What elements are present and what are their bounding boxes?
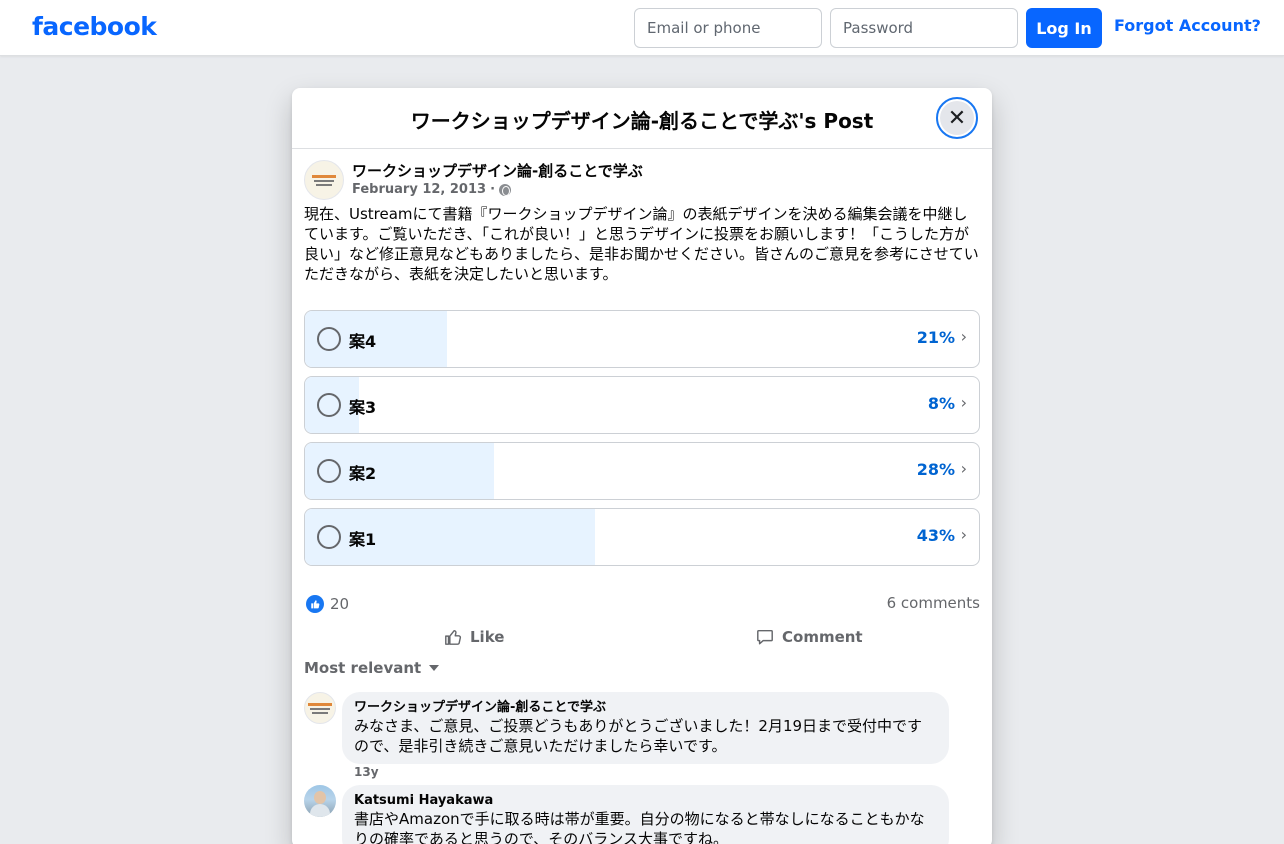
radio-icon[interactable]: [317, 525, 341, 549]
like-count: 20: [330, 595, 350, 613]
comment-text: みなさま、ご意見、ご投票どうもありがとうございました！2月19日まで受付中ですの…: [354, 717, 923, 755]
like-label: Like: [470, 628, 505, 646]
radio-icon[interactable]: [317, 393, 341, 417]
page-avatar[interactable]: [304, 160, 344, 200]
poll-option[interactable]: 案1 43% ›: [304, 508, 980, 566]
thumbs-up-icon: [445, 629, 462, 645]
comment-text: 書店やAmazonで手に取る時は帯が重要。自分の物になると帯なしになることもかな…: [354, 810, 925, 844]
modal-title: ワークショップデザイン論-創ることで学ぶ's Post: [410, 109, 874, 133]
poll-option-percent: 21%: [916, 328, 955, 347]
password-input[interactable]: [830, 8, 1018, 48]
comment-item: Katsumi Hayakawa 書店やAmazonで手に取る時は帯が重要。自分…: [304, 785, 964, 844]
commenter-name[interactable]: Katsumi Hayakawa: [354, 793, 937, 809]
post-meta: February 12, 2013 ·: [352, 182, 512, 197]
comment-count[interactable]: 6 comments: [887, 594, 980, 612]
poll-option-percent: 28%: [916, 460, 955, 479]
comment-button[interactable]: Comment: [756, 622, 863, 652]
close-icon: ✕: [947, 105, 967, 131]
comment-time[interactable]: 13y: [354, 765, 379, 779]
like-reaction-icon: [306, 595, 324, 613]
poll-option-label: 案1: [349, 530, 377, 549]
chevron-right-icon: ›: [960, 459, 967, 478]
facebook-logo[interactable]: facebook: [32, 12, 157, 41]
chevron-right-icon: ›: [960, 525, 967, 544]
poll-option[interactable]: 案3 8% ›: [304, 376, 980, 434]
sort-dropdown[interactable]: Most relevant: [304, 659, 440, 677]
sort-label: Most relevant: [304, 659, 422, 677]
post-author[interactable]: ワークショップデザイン論-創ることで学ぶ: [352, 160, 643, 181]
meta-separator: ·: [490, 182, 496, 197]
commenter-name[interactable]: ワークショップデザイン論-創ることで学ぶ: [354, 700, 937, 716]
poll-option[interactable]: 案2 28% ›: [304, 442, 980, 500]
like-button[interactable]: Like: [444, 622, 504, 652]
radio-icon[interactable]: [317, 327, 341, 351]
globe-icon: [499, 183, 512, 196]
comment-bubble: Katsumi Hayakawa 書店やAmazonで手に取る時は帯が重要。自分…: [342, 785, 949, 844]
poll-option-label: 案2: [349, 464, 377, 483]
forgot-account-link[interactable]: Forgot Account?: [1114, 16, 1261, 35]
close-button[interactable]: ✕: [936, 97, 978, 139]
chevron-right-icon: ›: [960, 393, 967, 412]
modal-header: ワークショップデザイン論-創ることで学ぶ's Post ✕: [292, 88, 992, 149]
email-input[interactable]: [634, 8, 822, 48]
poll-option-percent: 43%: [916, 526, 955, 545]
poll-option-label: 案4: [349, 332, 377, 351]
login-button[interactable]: Log In: [1026, 8, 1102, 48]
post-text: 現在、Ustreamにて書籍『ワークショップデザイン論』の表紙デザインを決める編…: [304, 205, 979, 283]
comment-label: Comment: [782, 628, 863, 646]
comment-bubble: ワークショップデザイン論-創ることで学ぶ みなさま、ご意見、ご投票どうもありがと…: [342, 692, 949, 764]
post-date[interactable]: February 12, 2013: [352, 182, 486, 197]
reaction-summary[interactable]: 20: [306, 595, 349, 613]
top-bar: facebook Log In Forgot Account?: [0, 0, 1284, 56]
poll-option[interactable]: 案4 21% ›: [304, 310, 980, 368]
commenter-avatar[interactable]: [304, 785, 336, 817]
comment-bubble-icon: [757, 629, 773, 645]
poll-option-label: 案3: [349, 398, 377, 417]
radio-icon[interactable]: [317, 459, 341, 483]
caret-down-icon: [429, 665, 440, 671]
poll-option-percent: 8%: [927, 394, 955, 413]
chevron-right-icon: ›: [960, 327, 967, 346]
commenter-avatar[interactable]: [304, 692, 336, 724]
post-modal: ワークショップデザイン論-創ることで学ぶ's Post ✕ ワークショップデザイ…: [292, 88, 992, 844]
